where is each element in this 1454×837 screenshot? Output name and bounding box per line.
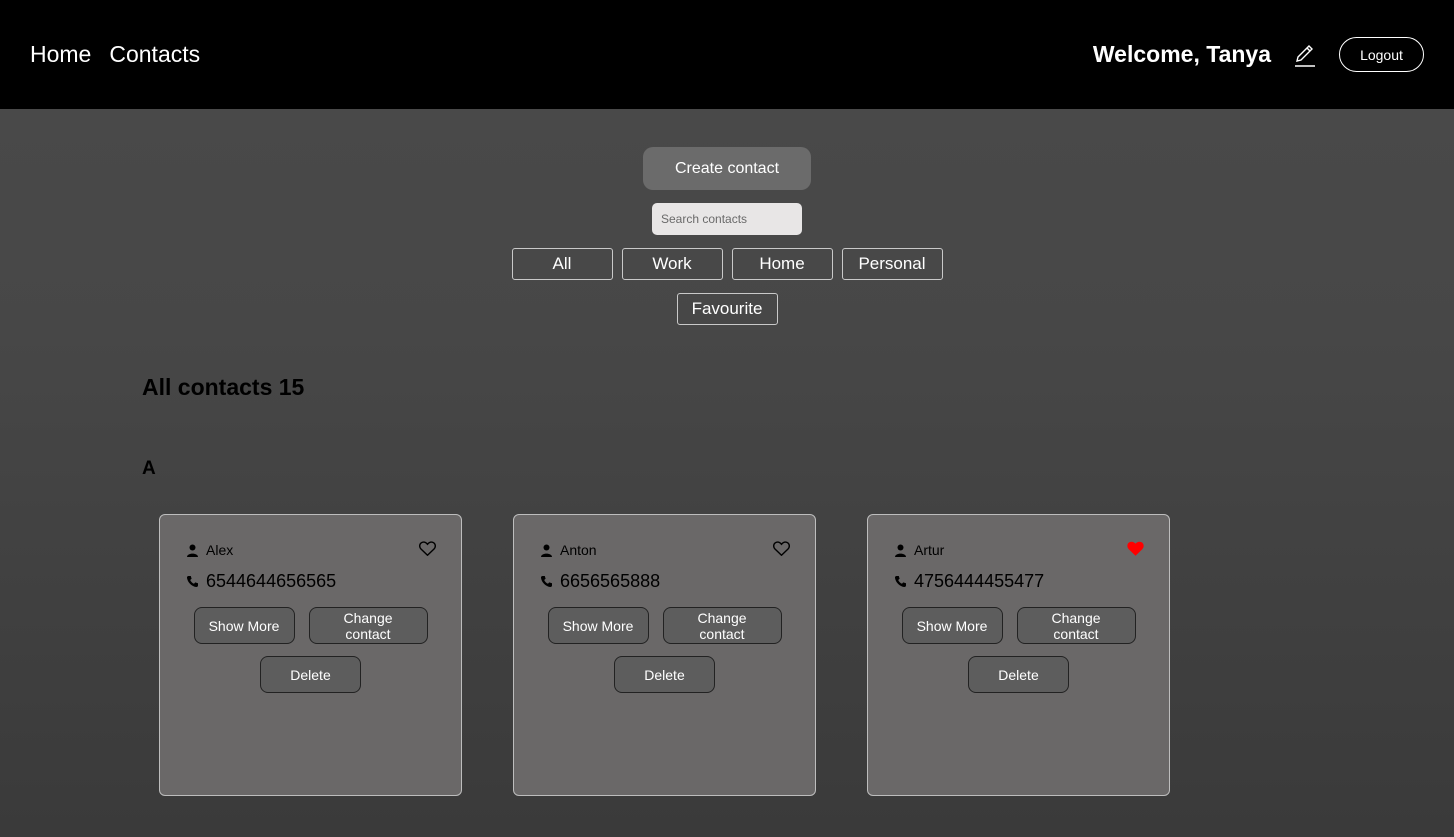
- contact-controls: Create contact All Work Home Personal Fa…: [0, 147, 1454, 325]
- phone-icon: [186, 575, 199, 588]
- nav-contacts-link[interactable]: Contacts: [109, 41, 200, 68]
- person-icon: [894, 544, 907, 557]
- card-actions: Show More Change contact: [186, 607, 435, 644]
- phone-icon: [540, 575, 553, 588]
- contact-name-row: Alex: [186, 542, 435, 558]
- heart-icon[interactable]: [419, 541, 436, 556]
- top-navbar: Home Contacts Welcome, Tanya Logout: [0, 0, 1454, 109]
- contact-name: Alex: [206, 542, 234, 558]
- filter-row: All Work Home Personal: [511, 248, 943, 280]
- filter-work-button[interactable]: Work: [621, 248, 723, 280]
- filter-personal-button[interactable]: Personal: [841, 248, 943, 280]
- card-actions: Show More Change contact: [540, 607, 789, 644]
- card-delete-row: Delete: [894, 656, 1143, 693]
- show-more-button[interactable]: Show More: [901, 607, 1003, 644]
- show-more-button[interactable]: Show More: [193, 607, 295, 644]
- card-delete-row: Delete: [186, 656, 435, 693]
- logout-button[interactable]: Logout: [1339, 37, 1424, 72]
- heart-filled-icon[interactable]: [1127, 541, 1144, 556]
- change-contact-button[interactable]: Change contact: [308, 607, 428, 644]
- show-more-button[interactable]: Show More: [547, 607, 649, 644]
- search-input[interactable]: [652, 203, 802, 235]
- contact-cards: Alex 6544644656565 Show More Change cont…: [159, 514, 1170, 796]
- welcome-text: Welcome, Tanya: [1092, 41, 1271, 67]
- delete-button[interactable]: Delete: [968, 656, 1069, 693]
- contact-name: Artur: [914, 542, 945, 558]
- change-contact-button[interactable]: Change contact: [662, 607, 782, 644]
- contact-phone-row: 6656565888: [540, 571, 789, 592]
- person-icon: [186, 544, 199, 557]
- contact-phone: 6544644656565: [206, 571, 337, 591]
- phone-icon: [894, 575, 907, 588]
- contact-card: Alex 6544644656565 Show More Change cont…: [159, 514, 462, 796]
- letter-heading: A: [142, 458, 156, 479]
- contact-card: Anton 6656565888 Show More Change contac…: [513, 514, 816, 796]
- card-delete-row: Delete: [540, 656, 789, 693]
- contacts-count-title: All contacts 15: [142, 374, 305, 400]
- contact-phone-row: 6544644656565: [186, 571, 435, 592]
- contact-phone: 6656565888: [560, 571, 661, 591]
- create-contact-button[interactable]: Create contact: [643, 147, 811, 190]
- contact-name-row: Anton: [540, 542, 789, 558]
- pencil-icon[interactable]: [1293, 42, 1317, 68]
- contact-phone-row: 4756444455477: [894, 571, 1143, 592]
- filter-all-button[interactable]: All: [511, 248, 613, 280]
- delete-button[interactable]: Delete: [614, 656, 715, 693]
- user-area: Welcome, Tanya Logout: [1093, 37, 1424, 72]
- card-actions: Show More Change contact: [894, 607, 1143, 644]
- delete-button[interactable]: Delete: [260, 656, 361, 693]
- contact-phone: 4756444455477: [914, 571, 1045, 591]
- contact-name-row: Artur: [894, 542, 1143, 558]
- contact-card: Artur 4756444455477 Show More Change con…: [867, 514, 1170, 796]
- filter-favourite-button[interactable]: Favourite: [676, 293, 778, 325]
- person-icon: [540, 544, 553, 557]
- main-nav: Home Contacts: [30, 41, 200, 68]
- contact-name: Anton: [560, 542, 597, 558]
- change-contact-button[interactable]: Change contact: [1016, 607, 1136, 644]
- filter-home-button[interactable]: Home: [731, 248, 833, 280]
- heart-icon[interactable]: [773, 541, 790, 556]
- filter-row-favourite: Favourite: [676, 293, 778, 325]
- nav-home-link[interactable]: Home: [30, 41, 91, 68]
